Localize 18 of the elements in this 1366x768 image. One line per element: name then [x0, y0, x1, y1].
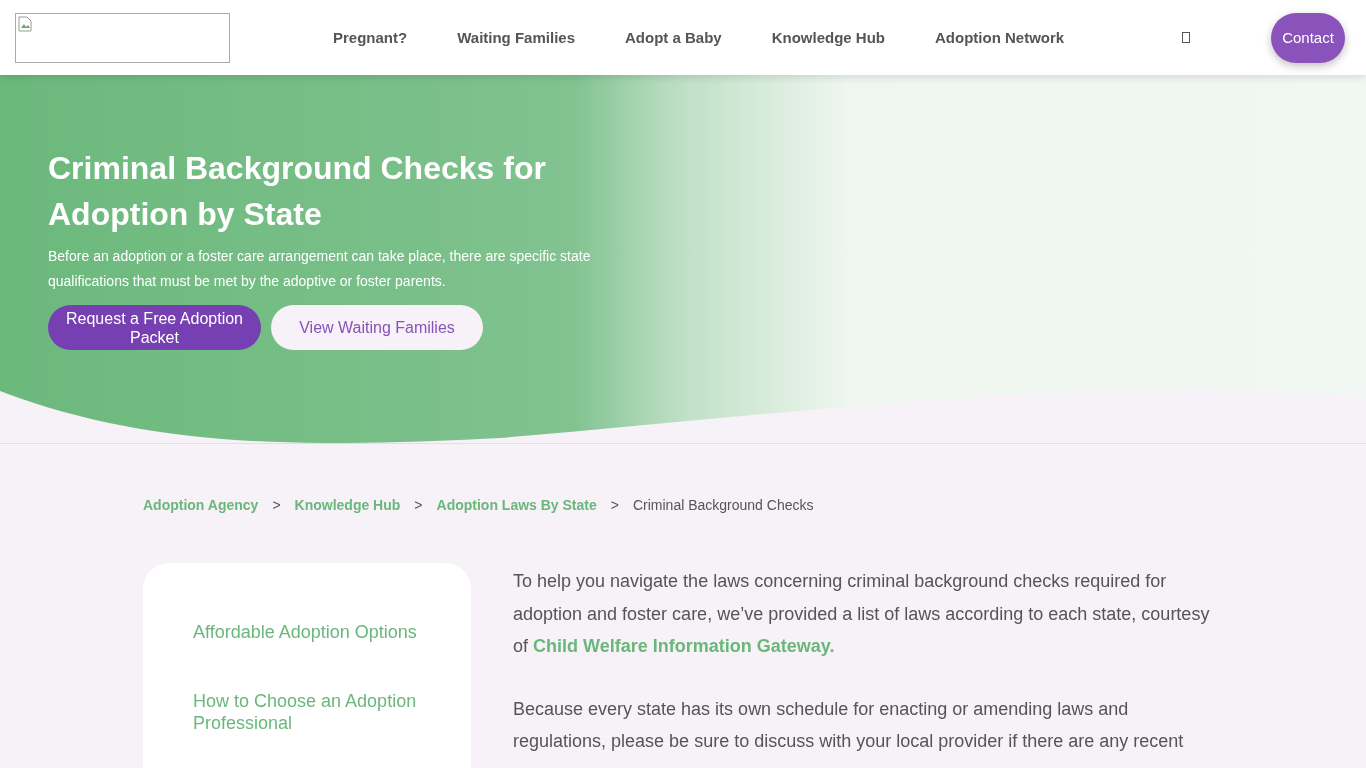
- view-families-button[interactable]: View Waiting Families: [271, 305, 483, 350]
- nav-link[interactable]: Adopt a Baby: [625, 29, 722, 46]
- nav-link[interactable]: Pregnant?: [333, 29, 408, 46]
- breadcrumb-separator: >: [272, 497, 281, 513]
- breadcrumb-separator: >: [414, 497, 423, 513]
- breadcrumb-current: Criminal Background Checks: [632, 497, 814, 513]
- nav-link[interactable]: Waiting Families: [457, 29, 575, 46]
- breadcrumb-separator: >: [610, 497, 619, 513]
- broken-image-icon: [18, 15, 32, 32]
- missing-glyph-icon[interactable]: [1182, 32, 1191, 43]
- contact-button[interactable]: Contact: [1271, 12, 1345, 63]
- nav-link[interactable]: Adoption Network: [935, 29, 1065, 46]
- hero-subtitle: Before an adoption or a foster care arrangement can take place, there are specific state qualifications that must be met by the adoptive or foster parents.: [48, 247, 592, 291]
- request-packet-button[interactable]: Request a Free Adoption Packet: [48, 305, 261, 350]
- page-title: Criminal Background Checks for Adoption by State: [48, 149, 547, 234]
- body-paragraph: Because every state has its own schedule for enacting or amending laws and regulations, please be sure to discuss with your local provider if there are any recent: [513, 697, 1185, 753]
- nav-link[interactable]: Knowledge Hub: [771, 29, 885, 46]
- body-paragraph: To help you navigate the laws concerning criminal background checks required for adoption and foster care, we’ve provided a list of laws according to each state, courtesy of Child Welfare Information Gateway.: [513, 570, 1211, 658]
